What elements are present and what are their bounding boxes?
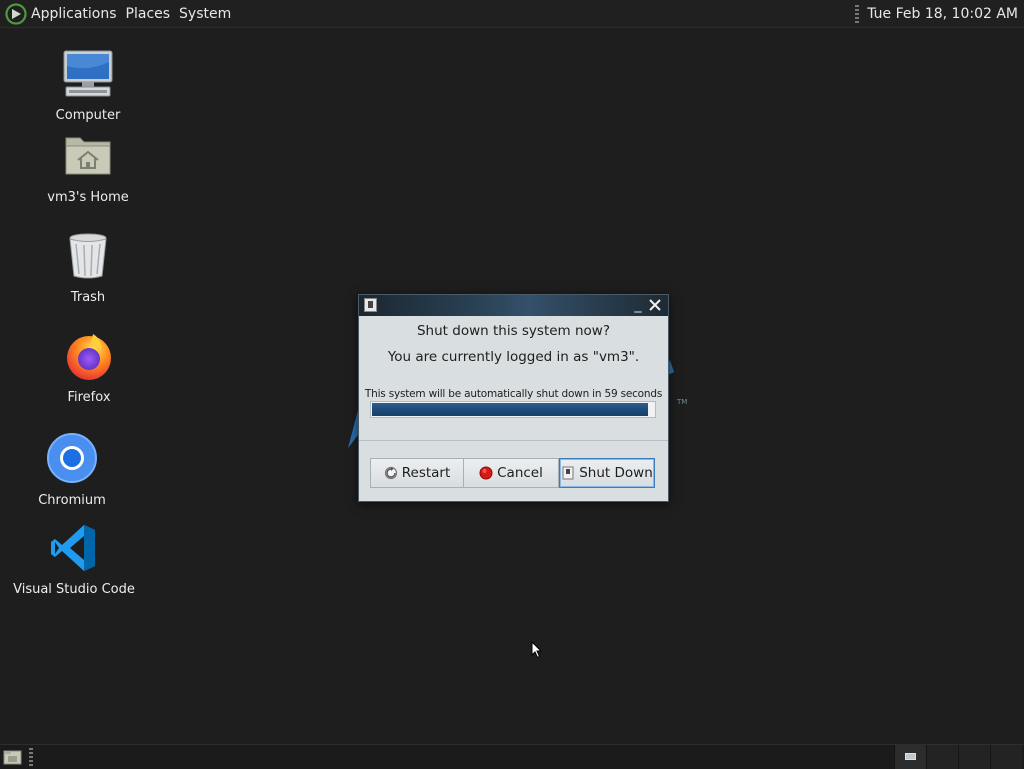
shutdown-icon [562, 466, 574, 480]
desktop-icon-label: Firefox [67, 390, 111, 405]
dialog-heading: Shut down this system now? [416, 323, 611, 339]
desktop-icon-label: Chromium [38, 493, 106, 508]
vscode-icon [51, 525, 95, 571]
cancel-icon [479, 466, 493, 480]
desktop-icon-firefox[interactable]: Firefox [24, 330, 154, 405]
show-desktop-icon[interactable] [3, 749, 22, 765]
progress-fill [372, 403, 649, 416]
desktop-icon-label: vm3's Home [47, 190, 129, 205]
dialog-logged-in-text: You are currently logged in as "vm3". [387, 349, 640, 365]
svg-text:TM: TM [676, 398, 687, 406]
cancel-button[interactable]: Cancel [464, 458, 559, 488]
cancel-label: Cancel [497, 465, 543, 481]
system-menu[interactable]: System [179, 4, 231, 24]
chromium-icon [47, 433, 97, 483]
desktop-icon-home[interactable]: vm3's Home [23, 130, 153, 205]
desktop-icon-chromium[interactable]: Chromium [7, 433, 137, 508]
home-folder-icon [65, 137, 111, 175]
minimize-icon[interactable]: _ [632, 298, 644, 312]
panel-handle[interactable] [855, 4, 860, 23]
close-icon[interactable] [647, 297, 663, 313]
dialog-titlebar[interactable]: _ [359, 295, 668, 316]
top-panel: Applications Places System Tue Feb 18, 1… [0, 0, 1024, 28]
restart-button[interactable]: Restart [370, 458, 464, 488]
desktop-icon-computer[interactable]: Computer [23, 48, 153, 123]
distro-logo-icon[interactable] [5, 2, 27, 25]
countdown-label: This system will be automatically shut d… [364, 388, 663, 400]
shutdown-dialog: _ Shut down this system now? You are cur… [358, 294, 669, 502]
desktop-icon-label: Visual Studio Code [13, 582, 135, 597]
mouse-cursor-icon [531, 641, 543, 659]
window-menu-icon[interactable] [364, 298, 377, 312]
workspace-switcher [894, 745, 1024, 769]
computer-icon [63, 50, 113, 97]
desktop-icon-trash[interactable]: Trash [23, 230, 153, 305]
desktop-icon-label: Computer [55, 108, 121, 123]
desktop-icon-vscode[interactable]: Visual Studio Code [9, 522, 139, 597]
countdown-progress-bar [370, 401, 656, 418]
workspace-1[interactable] [894, 745, 926, 769]
workspace-2[interactable] [926, 745, 958, 769]
shutdown-label: Shut Down [579, 465, 653, 481]
shutdown-button[interactable]: Shut Down [559, 458, 655, 488]
trash-icon [69, 233, 107, 279]
clock[interactable]: Tue Feb 18, 10:02 AM [867, 6, 1018, 22]
panel-handle[interactable] [29, 748, 33, 766]
places-menu[interactable]: Places [126, 4, 171, 24]
dialog-buttons: Restart Cancel Shut Down [370, 458, 655, 488]
workspace-3[interactable] [958, 745, 990, 769]
desktop-icon-label: Trash [70, 290, 106, 305]
restart-label: Restart [401, 465, 451, 481]
dialog-divider [359, 440, 668, 441]
applications-menu[interactable]: Applications [31, 4, 117, 24]
firefox-icon [67, 334, 111, 380]
restart-icon [384, 466, 397, 480]
bottom-panel [0, 744, 1024, 769]
workspace-4[interactable] [990, 745, 1022, 769]
